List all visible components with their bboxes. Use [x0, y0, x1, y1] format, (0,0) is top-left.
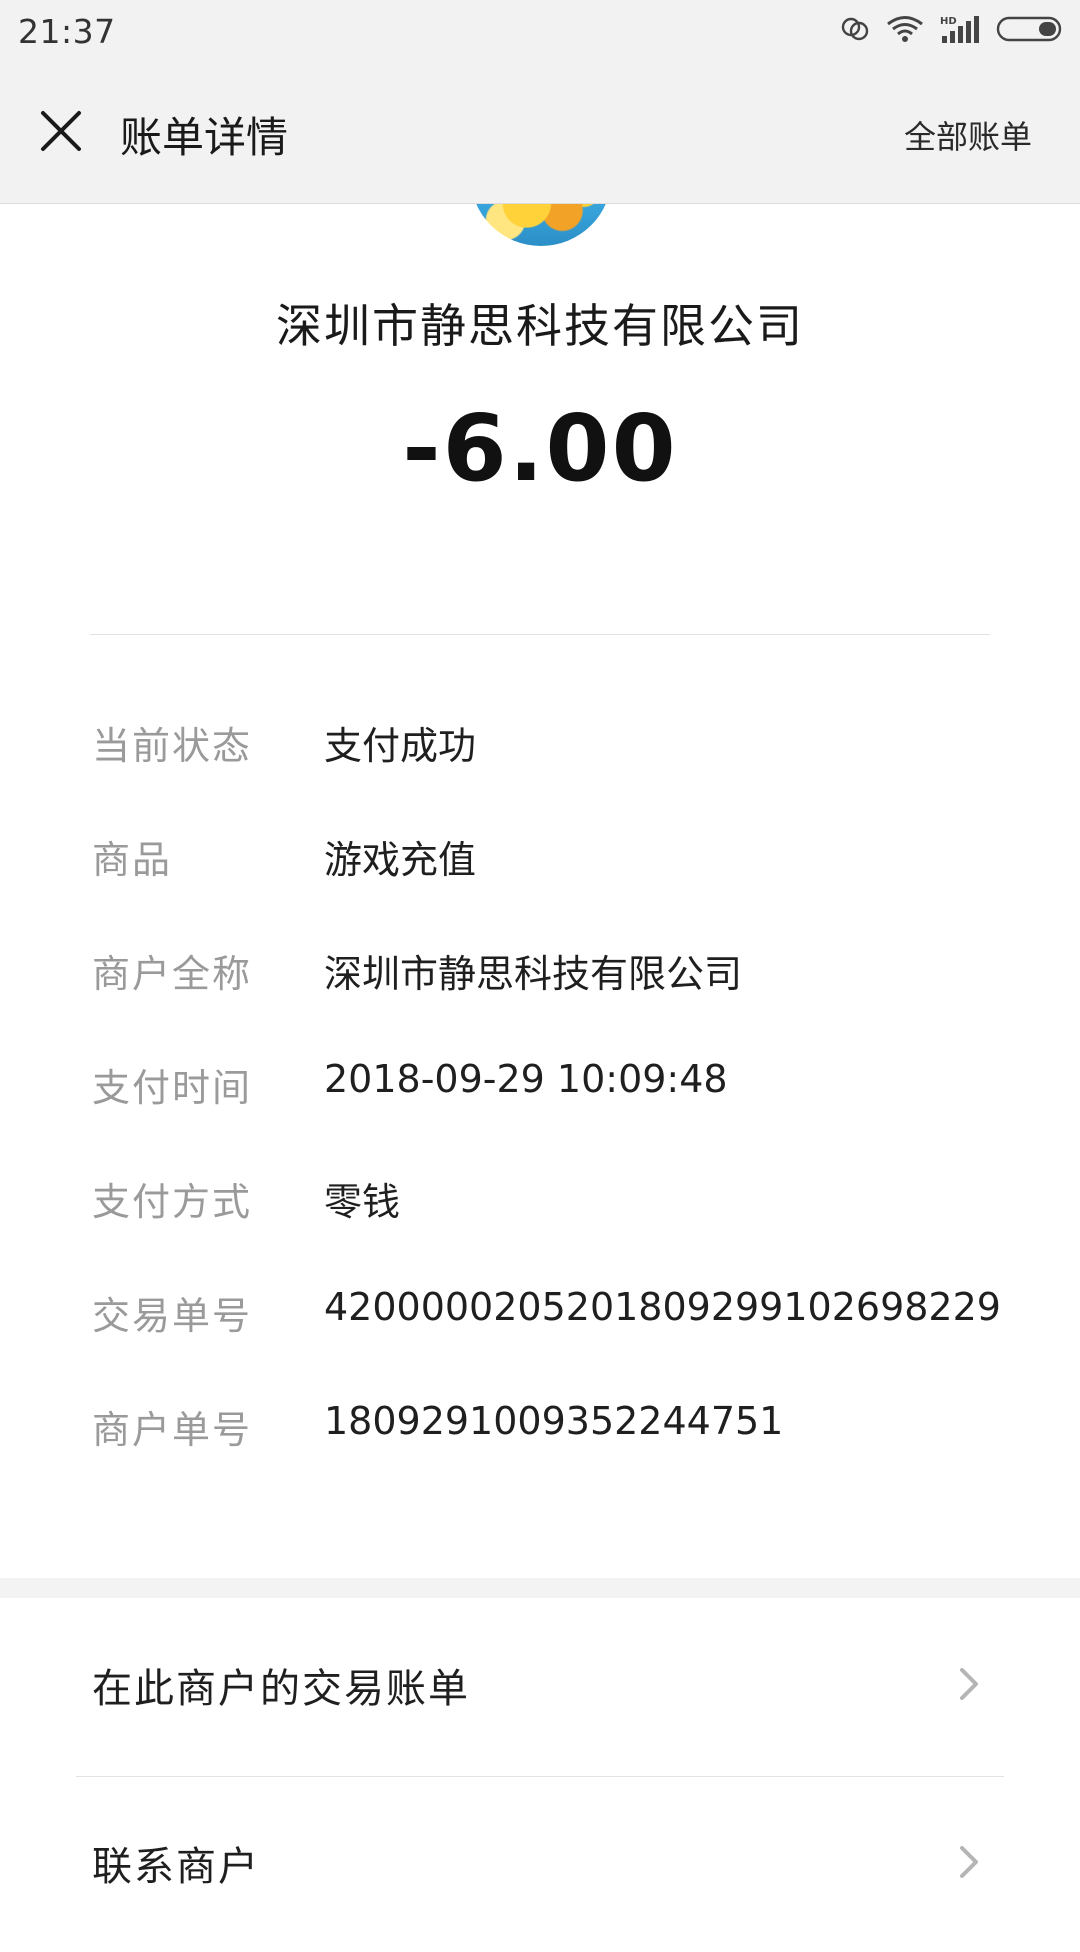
header-overlay: 账单详情 全部账单 [0, 62, 1080, 204]
detail-label: 支付时间 [92, 1066, 253, 1110]
detail-row-transaction-id: 交易单号 4200000205201809299102698229 [92, 1265, 1012, 1379]
merchant-name: 深圳市静思科技有限公司 [276, 299, 804, 353]
detail-value: 支付成功 [324, 724, 477, 768]
merchant-bills-label: 在此商户的交易账单 [92, 1666, 470, 1712]
detail-value: 游戏充值 [324, 838, 477, 882]
all-bills-link-overlay[interactable]: 全部账单 [904, 112, 1032, 158]
detail-value[interactable]: 1809291009352244751 [324, 1399, 783, 1443]
section-separator [0, 1578, 1080, 1598]
detail-label: 支付方式 [92, 1180, 253, 1224]
detail-label: 商户全称 [92, 952, 253, 996]
wechat-notification-icon [840, 16, 870, 46]
detail-row-status: 当前状态 支付成功 [92, 695, 1012, 809]
detail-label: 交易单号 [92, 1294, 253, 1338]
merchant-bills-row[interactable]: 在此商户的交易账单 [0, 1598, 1080, 1774]
detail-row-merchant-order-id: 商户单号 1809291009352244751 [92, 1379, 1012, 1493]
detail-row-merchant-fullname: 商户全称 深圳市静思科技有限公司 [92, 923, 1012, 1037]
detail-value: 深圳市静思科技有限公司 [324, 952, 743, 996]
chevron-right-icon [948, 1664, 988, 1704]
detail-row-pay-time: 支付时间 2018-09-29 10:09:48 [92, 1037, 1012, 1151]
detail-label: 商品 [92, 838, 173, 882]
details-list: 当前状态 支付成功 商品 游戏充值 商户全称 深圳市静思科技有限公司 支付时间 … [92, 695, 1012, 1493]
wifi-icon [886, 15, 924, 47]
detail-label: 当前状态 [92, 724, 253, 768]
transaction-amount: -6.00 [402, 395, 678, 502]
status-icons: HD [824, 12, 1066, 50]
status-bar: 21:37 HD [0, 0, 1080, 62]
svg-text:HD: HD [940, 16, 957, 27]
page-title-overlay: 账单详情 [120, 113, 289, 162]
chevron-right-icon [948, 1842, 988, 1882]
detail-row-product: 商品 游戏充值 [92, 809, 1012, 923]
status-time: 21:37 [18, 12, 116, 51]
close-button-overlay[interactable] [26, 98, 96, 168]
contact-merchant-label: 联系商户 [92, 1844, 260, 1890]
divider [90, 634, 990, 635]
detail-value[interactable]: 4200000205201809299102698229 [324, 1285, 1001, 1329]
detail-value: 零钱 [324, 1180, 401, 1224]
signal-hd-icon: HD [940, 14, 980, 48]
detail-label: 商户单号 [92, 1408, 253, 1452]
battery-icon [996, 15, 1066, 47]
detail-value: 2018-09-29 10:09:48 [324, 1057, 728, 1101]
close-icon [37, 107, 85, 159]
contact-merchant-row[interactable]: 联系商户 [0, 1776, 1080, 1952]
detail-row-pay-method: 支付方式 零钱 [92, 1151, 1012, 1265]
